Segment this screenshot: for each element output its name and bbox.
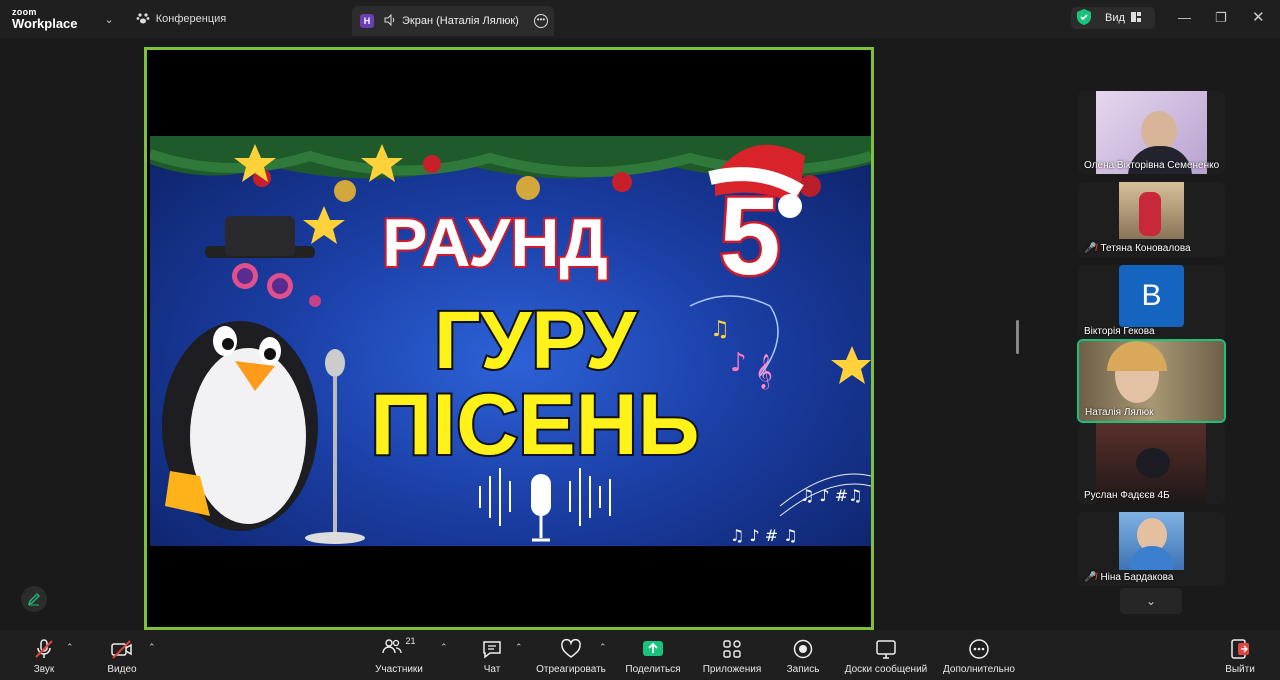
muted-microphone-icon <box>35 639 53 658</box>
react-options-caret[interactable]: ⌃ <box>599 642 607 653</box>
leave-icon <box>1231 639 1249 659</box>
apps-label: Приложения <box>702 664 762 675</box>
more-options-icon[interactable]: ••• <box>534 14 548 28</box>
participant-name-text: Вікторія Гекова <box>1084 326 1155 337</box>
svg-text:♫ ♪ #♫: ♫ ♪ #♫ <box>800 486 862 505</box>
pencil-icon <box>27 593 40 606</box>
share-screen-icon <box>643 641 663 656</box>
participants-options-caret[interactable]: ⌃ <box>440 642 448 653</box>
participant-name: 🎤̸ Тетяна Коновалова <box>1084 243 1191 254</box>
chat-icon <box>483 641 501 659</box>
participant-name-text: Руслан Фадєєв 4Б <box>1084 490 1170 501</box>
muted-mic-icon: 🎤̸ <box>1084 243 1097 254</box>
participant-name: Руслан Фадєєв 4Б <box>1084 490 1170 501</box>
view-label: Вид <box>1105 12 1125 24</box>
audio-options-caret[interactable]: ⌃ <box>66 642 74 653</box>
participant-tile[interactable]: 🎤̸ Тетяна Коновалова <box>1078 182 1225 257</box>
tab-screen-label: Экран (Наталія Лялюк) <box>402 15 519 27</box>
more-button[interactable]: Дополнительно <box>940 630 1018 680</box>
participant-name-text: Наталія Лялюк <box>1085 407 1154 418</box>
participant-name-text: Олена Вікторівна Семененко <box>1084 160 1220 171</box>
presentation-slide: РАУНД 5 ГУРУ ПІСЕНЬ ♫ ♪ 𝄞 ♫ ♪ #♫ ♫ ♪ # ♫ <box>150 136 871 546</box>
audio-label: Звук <box>33 664 55 675</box>
svg-text:𝄞: 𝄞 <box>755 354 773 390</box>
more-label: Дополнительно <box>943 664 1015 675</box>
participant-name-text: Ніна Бардакова <box>1100 572 1174 583</box>
chat-button[interactable]: Чат <box>476 630 508 680</box>
react-label: Отреагировать <box>536 664 606 675</box>
paw-icon <box>136 11 150 28</box>
speaker-icon <box>384 13 396 29</box>
leave-button[interactable]: Выйти <box>1222 630 1258 680</box>
react-button[interactable]: Отреагировать <box>534 630 608 680</box>
participant-video <box>1119 182 1184 239</box>
heart-icon <box>561 638 581 658</box>
view-button[interactable]: Вид <box>1071 7 1155 29</box>
participant-tile[interactable]: 🎤̸ Ніна Бардакова <box>1078 512 1225 586</box>
participant-avatar: В <box>1119 265 1184 327</box>
participants-icon <box>382 639 403 654</box>
video-options-caret[interactable]: ⌃ <box>148 642 156 653</box>
video-button[interactable]: Видео <box>104 630 140 680</box>
layout-icon <box>1130 11 1141 25</box>
minimize-icon[interactable]: — <box>1178 10 1191 25</box>
participant-video <box>1119 512 1184 570</box>
shield-icon <box>1077 8 1091 28</box>
chevron-down-icon[interactable]: ⌄ <box>105 13 114 26</box>
panel-resize-handle[interactable] <box>1016 320 1019 354</box>
meeting-toolbar: Звук ⌃ Видео ⌃ 21 Участники ⌃ Чат ⌃ Отре… <box>0 630 1280 680</box>
participant-name: 🎤̸ Ніна Бардакова <box>1084 572 1173 583</box>
slide-round-number: 5 <box>719 175 780 298</box>
gallery-scroll-down-button[interactable]: ⌄ <box>1120 588 1182 614</box>
participant-name-text: Тетяна Коновалова <box>1100 243 1191 254</box>
participant-tile-active-speaker[interactable]: Наталія Лялюк <box>1077 339 1226 423</box>
chevron-down-icon: ⌄ <box>1145 594 1157 608</box>
participant-tile[interactable]: В Вікторія Гекова <box>1078 265 1225 340</box>
share-label: Поделиться <box>625 664 681 675</box>
shared-screen: РАУНД 5 ГУРУ ПІСЕНЬ ♫ ♪ 𝄞 ♫ ♪ #♫ ♫ ♪ # ♫ <box>144 47 874 630</box>
video-label: Видео <box>107 664 137 675</box>
whiteboards-button[interactable]: Доски сообщений <box>842 630 930 680</box>
whiteboards-label: Доски сообщений <box>844 664 928 675</box>
chat-options-caret[interactable]: ⌃ <box>515 642 523 653</box>
slide-title-line1: РАУНД <box>382 205 608 281</box>
participant-name: Наталія Лялюк <box>1085 407 1154 418</box>
svg-text:♫: ♫ <box>710 317 730 342</box>
participant-tile[interactable]: Руслан Фадєєв 4Б <box>1078 423 1225 504</box>
record-button[interactable]: Запись <box>784 630 822 680</box>
share-button[interactable]: Поделиться <box>624 630 682 680</box>
record-icon <box>793 639 813 659</box>
svg-text:♫ ♪ # ♫: ♫ ♪ # ♫ <box>730 526 798 545</box>
participant-tile[interactable]: Олена Вікторівна Семененко <box>1078 91 1225 174</box>
leave-label: Выйти <box>1225 664 1255 675</box>
svg-text:♪: ♪ <box>730 348 747 378</box>
participants-button[interactable]: 21 Участники <box>372 630 426 680</box>
muted-mic-icon: 🎤̸ <box>1084 572 1097 583</box>
chat-label: Чат <box>483 664 501 675</box>
restore-icon[interactable]: ❐ <box>1215 10 1227 26</box>
tab-screen-share[interactable]: Н Экран (Наталія Лялюк) ••• <box>352 6 554 36</box>
tab-conference[interactable]: Конференция <box>136 11 226 28</box>
logo-line2: Workplace <box>12 16 78 31</box>
participant-name: Вікторія Гекова <box>1084 326 1155 337</box>
participants-label: Участники <box>375 664 423 675</box>
slide-title-line3: ПІСЕНЬ <box>370 377 699 473</box>
participants-count: 21 <box>405 636 416 646</box>
video-off-icon <box>111 640 132 659</box>
record-label: Запись <box>786 664 820 675</box>
more-icon <box>969 639 989 659</box>
whiteboard-icon <box>876 640 896 659</box>
zoom-logo: zoom Workplace <box>12 8 78 31</box>
annotate-button[interactable] <box>21 586 47 612</box>
close-icon[interactable]: ✕ <box>1252 8 1265 26</box>
sharer-badge: Н <box>360 14 374 28</box>
participant-name: Олена Вікторівна Семененко <box>1084 160 1219 171</box>
apps-button[interactable]: Приложения <box>700 630 764 680</box>
tab-conference-label: Конференция <box>155 13 227 25</box>
slide-title-line2: ГУРУ <box>434 295 637 386</box>
apps-icon <box>723 640 741 658</box>
audio-button[interactable]: Звук <box>28 630 60 680</box>
